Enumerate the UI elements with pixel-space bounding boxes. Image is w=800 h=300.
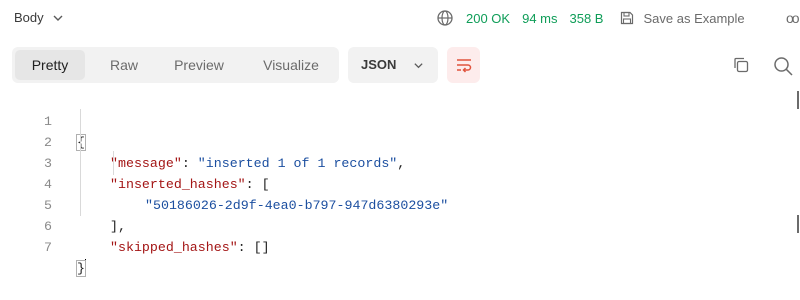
text-cursor — [84, 259, 87, 275]
globe-icon[interactable] — [436, 9, 454, 27]
json-string: "50186026-2d9f-4ea0-b797-947d6380293e" — [145, 198, 449, 213]
indent-guide — [80, 109, 81, 216]
line-number: 2 — [44, 135, 52, 150]
tab-raw[interactable]: Raw — [96, 50, 152, 80]
response-meta: 200 OK 94 ms 358 B Save as Example — [436, 9, 745, 27]
body-label: Body — [14, 10, 44, 25]
chevron-down-icon — [414, 63, 423, 69]
save-icon — [621, 11, 634, 25]
code-line: 2 "message": "inserted 1 of 1 records", — [0, 111, 405, 171]
response-header: Body 200 OK 94 ms 358 B Save as Example … — [0, 0, 800, 40]
format-label: JSON — [361, 57, 397, 72]
code-line: 1 { — [0, 90, 86, 151]
code-line: 4 "50186026-2d9f-4ea0-b797-947d6380293e" — [0, 153, 448, 213]
search-icon[interactable] — [772, 55, 794, 77]
json-key: "message" — [110, 156, 182, 171]
status-code[interactable]: 200 OK — [466, 11, 510, 26]
json-key: "skipped_hashes" — [110, 240, 238, 255]
code-line: 6 "skipped_hashes": [] — [0, 195, 270, 255]
code-line: 3 "inserted_hashes": [ — [0, 132, 270, 192]
json-string: "inserted 1 of 1 records" — [197, 156, 398, 171]
tab-preview[interactable]: Preview — [162, 50, 236, 80]
line-number: 4 — [44, 177, 52, 192]
scrollbar-marker[interactable] — [797, 91, 799, 109]
scrollbar-marker[interactable] — [797, 215, 799, 233]
chevron-down-icon — [53, 15, 63, 21]
view-mode-tabs: Pretty Raw Preview Visualize — [12, 47, 339, 83]
save-as-example-button[interactable]: Save as Example — [619, 10, 745, 26]
line-number: 3 — [44, 156, 52, 171]
more-options-icon[interactable]: oo — [786, 10, 800, 26]
close-brace: } — [76, 260, 86, 277]
code-line: 7 } — [0, 216, 87, 277]
body-dropdown[interactable]: Body — [14, 10, 64, 25]
response-body-editor[interactable]: 1 { 2 "message": "inserted 1 of 1 record… — [0, 90, 800, 277]
line-number: 5 — [44, 198, 52, 213]
line-number: 1 — [44, 114, 52, 129]
code-line: 5 ], — [0, 174, 126, 234]
response-time[interactable]: 94 ms — [522, 11, 557, 26]
response-size[interactable]: 358 B — [570, 11, 604, 26]
tab-visualize[interactable]: Visualize — [248, 50, 334, 80]
indent-guide — [113, 151, 114, 175]
format-dropdown[interactable]: JSON — [348, 47, 438, 83]
line-number: 6 — [44, 219, 52, 234]
tab-pretty[interactable]: Pretty — [15, 50, 85, 80]
copy-icon[interactable] — [731, 55, 751, 75]
save-as-example-label: Save as Example — [643, 10, 745, 26]
json-key: "inserted_hashes" — [110, 177, 246, 192]
wrap-lines-button[interactable] — [447, 47, 480, 83]
wrap-lines-icon — [457, 59, 472, 73]
